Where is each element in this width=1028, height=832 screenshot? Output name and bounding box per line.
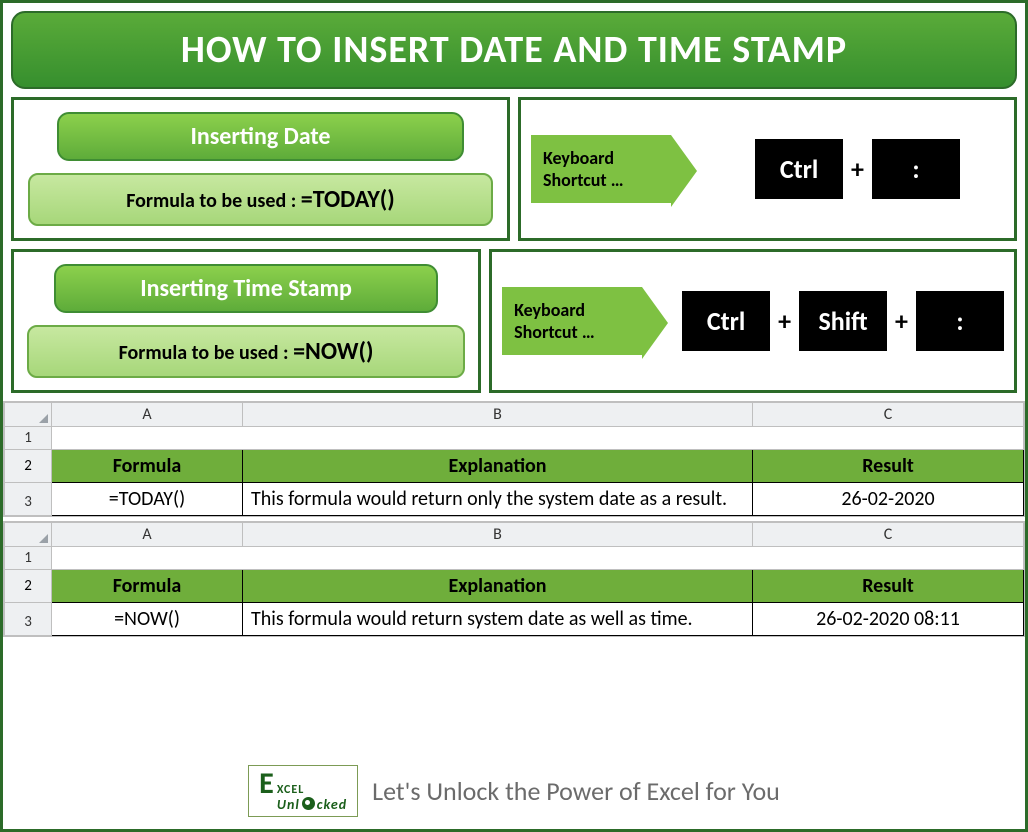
logo-sub: Unlcked: [277, 796, 347, 812]
cell-explanation-today: This formula would return only the syste…: [243, 483, 753, 516]
table-header-explanation: Explanation: [243, 570, 753, 603]
section-time: Inserting Time Stamp Formula to be used …: [11, 249, 1017, 393]
col-header-row: A B C: [5, 403, 1024, 427]
formula-pill-time: Formula to be used : =NOW(): [27, 325, 464, 378]
cell-result-today: 26-02-2020: [753, 483, 1024, 516]
table-header-formula: Formula: [52, 570, 243, 603]
col-C: C: [753, 403, 1024, 427]
plus-icon: +: [895, 305, 908, 337]
logo-excel-unlocked: E XCEL Unlcked: [248, 765, 358, 817]
shortcut-label: Keyboard Shortcut …: [531, 135, 671, 203]
table-header-formula: Formula: [52, 450, 243, 483]
formula-label: Formula to be used :: [126, 189, 301, 213]
keyhole-icon: [302, 797, 315, 810]
cell-formula-now: =NOW(): [52, 603, 243, 636]
formula-label: Formula to be used :: [119, 341, 294, 365]
row-2: 2: [5, 450, 52, 483]
row-3: 3: [5, 483, 52, 516]
spreadsheet-today: A B C 1 2 Formula Explanation Result 3 =…: [3, 401, 1025, 517]
shortcut-keys-time: Ctrl + Shift + :: [682, 291, 1004, 351]
key-colon: :: [872, 139, 960, 199]
col-A: A: [52, 403, 243, 427]
table-header-explanation: Explanation: [243, 450, 753, 483]
section-heading-date: Inserting Date: [57, 112, 463, 161]
cell-formula-today: =TODAY(): [52, 483, 243, 516]
key-colon: :: [916, 291, 1004, 351]
col-header-row: A B C: [5, 523, 1024, 547]
section-heading-time: Inserting Time Stamp: [54, 264, 437, 313]
section-date: Inserting Date Formula to be used : =TOD…: [11, 97, 1017, 241]
card-date-shortcut: Keyboard Shortcut … Ctrl + :: [518, 97, 1017, 241]
spreadsheet-now: A B C 1 2 Formula Explanation Result 3 =…: [3, 521, 1025, 637]
row-1: 1: [5, 427, 52, 450]
col-B: B: [243, 403, 753, 427]
formula-fn-today: =TODAY(): [301, 185, 395, 214]
table-header-result: Result: [753, 450, 1024, 483]
col-A: A: [52, 523, 243, 547]
formula-pill-date: Formula to be used : =TODAY(): [28, 173, 493, 226]
col-B: B: [243, 523, 753, 547]
main-title: HOW TO INSERT DATE AND TIME STAMP: [11, 11, 1017, 89]
tagline: Let's Unlock the Power of Excel for You: [372, 775, 780, 807]
key-shift: Shift: [799, 291, 887, 351]
row-1: 1: [5, 547, 52, 570]
table-header-result: Result: [753, 570, 1024, 603]
row-3: 3: [5, 603, 52, 636]
shortcut-label: Keyboard Shortcut …: [502, 287, 642, 355]
key-ctrl: Ctrl: [682, 291, 770, 351]
formula-fn-now: =NOW(): [293, 337, 373, 366]
card-time-shortcut: Keyboard Shortcut … Ctrl + Shift + :: [489, 249, 1017, 393]
select-all-icon: [5, 523, 52, 547]
shortcut-keys-date: Ctrl + :: [711, 139, 1004, 199]
select-all-icon: [5, 403, 52, 427]
logo-brand: XCEL: [277, 784, 347, 796]
footer: E XCEL Unlcked Let's Unlock the Power of…: [3, 757, 1025, 829]
cell-explanation-now: This formula would return system date as…: [243, 603, 753, 636]
row-2: 2: [5, 570, 52, 603]
logo-letter-e: E: [259, 770, 275, 797]
plus-icon: +: [851, 153, 864, 185]
cell-result-now: 26-02-2020 08:11: [753, 603, 1024, 636]
card-time-formula: Inserting Time Stamp Formula to be used …: [11, 249, 481, 393]
plus-icon: +: [778, 305, 791, 337]
col-C: C: [753, 523, 1024, 547]
card-date-formula: Inserting Date Formula to be used : =TOD…: [11, 97, 510, 241]
key-ctrl: Ctrl: [755, 139, 843, 199]
